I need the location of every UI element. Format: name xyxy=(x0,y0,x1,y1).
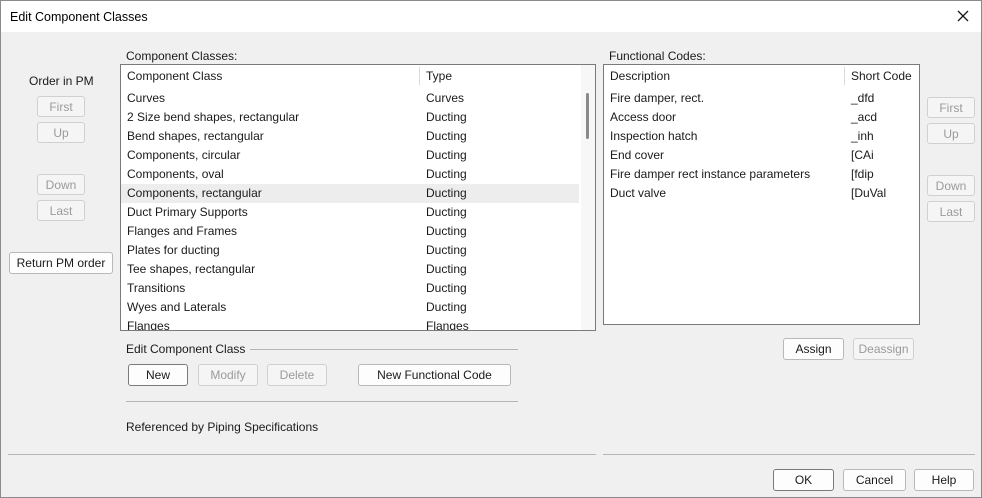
column-header-type[interactable]: Type xyxy=(420,65,580,87)
left-last-button[interactable]: Last xyxy=(37,200,85,221)
short-code-cell: [CAi xyxy=(851,148,874,162)
referenced-by-label: Referenced by Piping Specifications xyxy=(126,420,319,434)
column-header-short-code[interactable]: Short Code xyxy=(845,65,919,87)
functional-codes-list[interactable]: Description Short Code Fire damper, rect… xyxy=(603,64,920,325)
short-code-cell: _inh xyxy=(851,129,874,143)
component-class-cell: Plates for ducting xyxy=(127,243,220,257)
description-cell: Duct valve xyxy=(610,186,667,200)
left-first-button[interactable]: First xyxy=(37,96,85,117)
type-cell: Ducting xyxy=(426,205,467,219)
delete-button[interactable]: Delete xyxy=(267,364,327,386)
type-cell: Ducting xyxy=(426,129,467,143)
description-cell: Fire damper rect instance parameters xyxy=(610,167,811,181)
order-in-pm-label: Order in PM xyxy=(29,74,94,88)
edit-component-classes-dialog: Edit Component Classes Order in PM First… xyxy=(0,0,982,498)
table-row[interactable]: Components, circular Ducting xyxy=(121,146,579,165)
type-cell: Ducting xyxy=(426,110,467,124)
table-row[interactable]: Plates for ducting Ducting xyxy=(121,241,579,260)
group-separator xyxy=(250,349,518,350)
table-row[interactable]: Curves Curves xyxy=(121,89,579,108)
component-class-cell: Components, oval xyxy=(127,167,224,181)
table-row[interactable]: 2 Size bend shapes, rectangular Ducting xyxy=(121,108,579,127)
left-up-button[interactable]: Up xyxy=(37,122,85,143)
new-button[interactable]: New xyxy=(128,364,188,386)
table-row[interactable]: Fire damper, rect. _dfd xyxy=(604,89,919,108)
right-down-button[interactable]: Down xyxy=(927,175,975,196)
short-code-cell: _acd xyxy=(851,110,878,124)
component-class-cell: Transitions xyxy=(127,281,186,295)
table-row[interactable]: Fire damper rect instance parameters [fdi… xyxy=(604,165,919,184)
cancel-button[interactable]: Cancel xyxy=(843,469,906,491)
ok-button[interactable]: OK xyxy=(773,469,834,491)
help-button[interactable]: Help xyxy=(914,469,974,491)
component-class-cell: Components, circular xyxy=(127,148,241,162)
table-row[interactable]: Components, rectangular Ducting xyxy=(121,184,579,203)
type-cell: Ducting xyxy=(426,300,467,314)
type-cell: Ducting xyxy=(426,262,467,276)
right-up-button[interactable]: Up xyxy=(927,123,975,144)
component-classes-list[interactable]: Component Class Type Curves Curves 2 Size … xyxy=(120,64,596,331)
component-class-cell: Flanges and Frames xyxy=(127,224,238,238)
table-row[interactable]: Transitions Ducting xyxy=(121,279,579,298)
type-cell: Ducting xyxy=(426,148,467,162)
table-row[interactable]: Wyes and Laterals Ducting xyxy=(121,298,579,317)
bottom-separator-right xyxy=(603,454,975,455)
component-class-cell: Tee shapes, rectangular xyxy=(127,262,256,276)
left-down-button[interactable]: Down xyxy=(37,174,85,195)
close-button[interactable] xyxy=(953,6,973,26)
table-row[interactable]: End cover [CAi xyxy=(604,146,919,165)
description-cell: Access door xyxy=(610,110,677,124)
component-class-cell: Components, rectangular xyxy=(127,186,262,200)
component-class-cell: Curves xyxy=(127,91,166,105)
bottom-separator-left xyxy=(8,454,596,455)
table-row[interactable]: Duct valve [DuVal xyxy=(604,184,919,203)
assign-button[interactable]: Assign xyxy=(783,338,844,360)
type-cell: Ducting xyxy=(426,243,467,257)
table-row[interactable]: Bend shapes, rectangular Ducting xyxy=(121,127,579,146)
table-row[interactable]: Flanges and Frames Ducting xyxy=(121,222,579,241)
window-title: Edit Component Classes xyxy=(10,10,148,24)
description-cell: Fire damper, rect. xyxy=(610,91,705,105)
close-icon xyxy=(957,10,969,22)
modify-button[interactable]: Modify xyxy=(198,364,258,386)
return-pm-order-button[interactable]: Return PM order xyxy=(9,252,113,274)
group-separator-bottom xyxy=(126,401,518,402)
type-cell: Curves xyxy=(426,91,465,105)
description-cell: Inspection hatch xyxy=(610,129,698,143)
new-functional-code-button[interactable]: New Functional Code xyxy=(358,364,511,386)
table-row[interactable]: Inspection hatch _inh xyxy=(604,127,919,146)
component-classes-scrollbar[interactable] xyxy=(581,65,595,330)
component-classes-label: Component Classes: xyxy=(126,49,238,63)
table-row[interactable]: Flanges Flanges xyxy=(121,317,579,331)
short-code-cell: [DuVal xyxy=(851,186,887,200)
type-cell: Ducting xyxy=(426,281,467,295)
right-first-button[interactable]: First xyxy=(927,97,975,118)
column-header-component-class[interactable]: Component Class xyxy=(121,65,419,87)
short-code-cell: _dfd xyxy=(851,91,875,105)
short-code-cell: [fdip xyxy=(851,167,874,181)
table-row[interactable]: Tee shapes, rectangular Ducting xyxy=(121,260,579,279)
deassign-button[interactable]: Deassign xyxy=(853,338,914,360)
table-row[interactable]: Access door _acd xyxy=(604,108,919,127)
component-class-cell: Bend shapes, rectangular xyxy=(127,129,264,143)
type-cell: Ducting xyxy=(426,167,467,181)
edit-component-class-label: Edit Component Class xyxy=(126,342,246,356)
component-class-cell: Flanges xyxy=(127,319,170,331)
component-class-cell: Wyes and Laterals xyxy=(127,300,227,314)
title-bar: Edit Component Classes xyxy=(1,1,981,32)
right-last-button[interactable]: Last xyxy=(927,201,975,222)
table-row[interactable]: Components, oval Ducting xyxy=(121,165,579,184)
component-class-cell: 2 Size bend shapes, rectangular xyxy=(127,110,300,124)
table-row[interactable]: Duct Primary Supports Ducting xyxy=(121,203,579,222)
functional-codes-label: Functional Codes: xyxy=(609,49,706,63)
component-class-cell: Duct Primary Supports xyxy=(127,205,248,219)
type-cell: Ducting xyxy=(426,186,467,200)
type-cell: Ducting xyxy=(426,224,467,238)
scrollbar-thumb[interactable] xyxy=(586,93,589,139)
column-header-description[interactable]: Description xyxy=(604,65,844,87)
type-cell: Flanges xyxy=(426,319,469,331)
description-cell: End cover xyxy=(610,148,665,162)
